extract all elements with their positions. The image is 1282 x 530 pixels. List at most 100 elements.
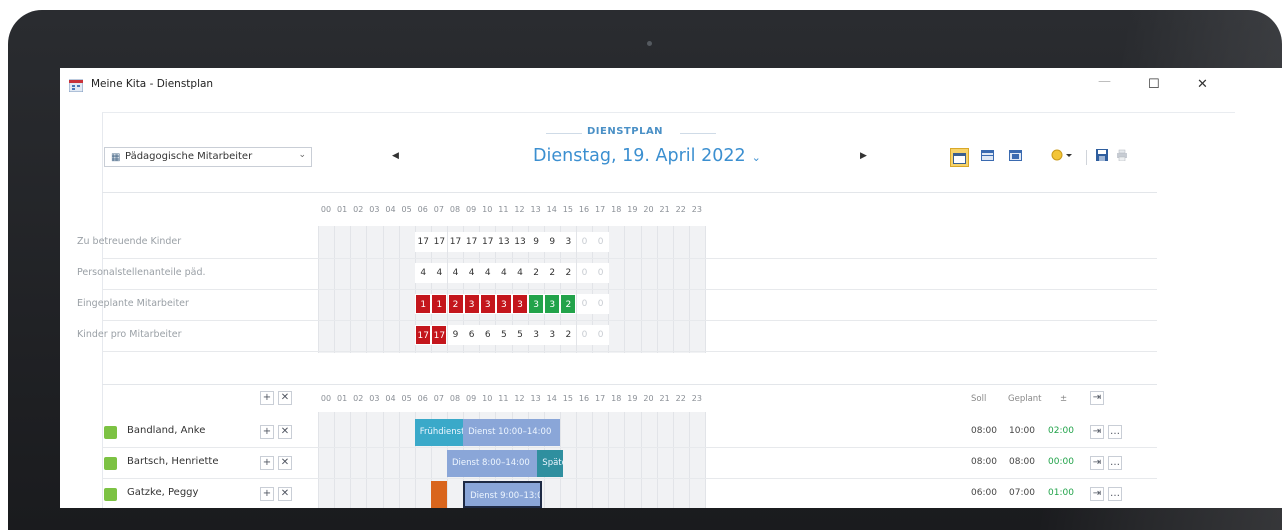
summary-cell: 4 [463,263,480,283]
hour-label: 10 [482,205,493,214]
hour-label: 16 [578,205,590,214]
camera-dot [647,41,652,46]
hour-label: 19 [627,205,638,214]
row-menu-button[interactable]: … [1108,425,1122,439]
remove-employee-button[interactable]: ✕ [278,391,292,405]
divider [102,384,1157,385]
shift-block[interactable]: Dienst 9:00–13:00 [463,481,543,508]
hour-label: 20 [643,394,654,403]
hour-label: 04 [385,205,396,214]
summary-cell: 2 [544,263,561,283]
export-row-button[interactable]: ⇥ [1090,425,1104,439]
summary-cell: 0 [576,232,593,252]
grid-line [672,412,674,508]
close-button[interactable]: ✕ [1197,75,1208,95]
summary-cell: 6 [479,325,496,345]
staff-count-cell: 3 [512,294,528,314]
hour-label: 08 [449,205,461,214]
summary-cell: 4 [431,263,448,283]
hour-label: 01 [337,205,348,214]
divider [102,192,1157,193]
hour-label: 04 [385,394,396,403]
geplant-value: 08:00 [1009,457,1035,467]
grid-line [688,412,690,508]
maximize-button[interactable]: ☐ [1148,75,1160,95]
header-rule-left [546,133,582,134]
remove-shift-button[interactable]: ✕ [278,456,292,470]
hour-label: 22 [675,394,686,403]
hour-label: 12 [514,205,525,214]
hour-label: 03 [369,394,380,403]
view-week-icon[interactable] [978,148,997,167]
minimize-button[interactable]: — [1098,72,1111,92]
date-label: Dienstag, 19. April 2022 [533,146,746,166]
save-icon[interactable] [1092,148,1111,167]
summary-cell: 2 [560,325,577,345]
prev-day-button[interactable]: ◀ [392,151,399,161]
next-day-button[interactable]: ▶ [860,151,867,161]
hour-label: 21 [659,205,670,214]
grid-line [608,412,610,508]
print-icon[interactable] [1112,148,1131,167]
hour-label: 02 [353,205,364,214]
hour-label: 20 [643,205,654,214]
summary-cell: 0 [592,294,609,314]
shift-block[interactable]: Frühdienst 6:00... [414,419,464,446]
staff-count-cell: 1 [415,294,432,314]
summary-cell: 0 [592,232,609,252]
row-rule [102,478,1157,479]
grid-line [350,412,352,508]
employee-color [104,426,117,439]
shift-block[interactable]: Dienst 10:00–14:00 [463,419,560,446]
column-soll: Soll [971,394,987,404]
grid-line [656,412,658,508]
hour-label: 11 [498,394,509,403]
hour-label: 03 [369,205,380,214]
summary-cell: 0 [592,263,609,283]
hour-label: 15 [562,394,573,403]
staff-count-cell: 3 [495,294,512,314]
summary-cell: 0 [576,294,593,314]
hour-label: 17 [595,394,606,403]
hour-label: 14 [546,205,557,214]
hour-label: 23 [691,394,702,403]
add-employee-button[interactable]: + [260,391,274,405]
row-rule [102,289,1157,290]
employee-name: Bandland, Anke [127,425,206,436]
hour-label: 07 [433,394,444,403]
summary-cell: 13 [495,232,512,252]
summary-cell: 0 [592,325,609,345]
export-button[interactable]: ⇥ [1090,391,1104,405]
view-month-icon[interactable] [1006,148,1025,167]
group-select[interactable]: ▦ Pädagogische Mitarbeiter ⌄ [104,147,312,167]
add-shift-button[interactable]: + [260,425,274,439]
summary-cell: 4 [415,263,432,283]
grid-line [318,412,319,508]
hour-label: 08 [449,394,461,403]
hour-label: 05 [401,394,412,403]
hour-label: 00 [320,394,332,403]
ratio-cell: 17 [431,325,448,345]
remove-shift-button[interactable]: ✕ [278,425,292,439]
summary-cell: 2 [528,263,545,283]
settings-icon[interactable] [1049,148,1075,167]
geplant-value: 07:00 [1009,488,1035,498]
export-row-button[interactable]: ⇥ [1090,456,1104,470]
hour-label: 12 [514,394,525,403]
staff-count-cell: 3 [544,294,561,314]
add-shift-button[interactable]: + [260,456,274,470]
view-day-icon[interactable] [950,148,969,167]
shift-block[interactable]: Spätd... [537,450,564,477]
header-rule-right [680,133,716,134]
row-menu-button[interactable]: … [1108,456,1122,470]
summary-cell: 4 [479,263,496,283]
summary-row-label: Kinder pro Mitarbeiter [77,329,182,340]
summary-cell: 5 [512,325,528,345]
hour-label: 14 [546,394,557,403]
shift-block[interactable] [430,481,447,508]
date-picker[interactable]: Dienstag, 19. April 2022 ⌄ [533,146,761,166]
summary-cell: 3 [560,232,577,252]
geplant-value: 10:00 [1009,426,1035,436]
shift-block[interactable]: Dienst 8:00–14:00 [447,450,538,477]
summary-cell: 4 [495,263,512,283]
